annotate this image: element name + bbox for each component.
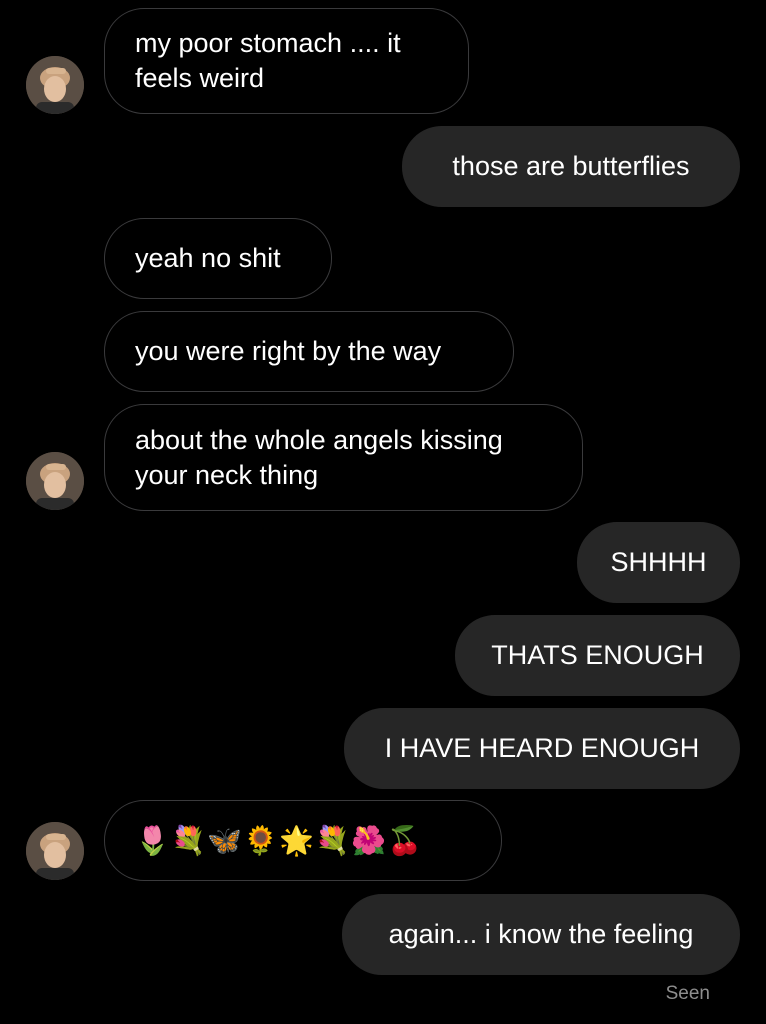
avatar-photo [26,56,84,114]
message-bubble-outgoing[interactable]: again... i know the feeling [342,894,740,975]
cherries-icon: 🍒 [387,824,422,857]
message-bubble-outgoing[interactable]: SHHHH [577,522,740,603]
message-bubble-outgoing[interactable]: I HAVE HEARD ENOUGH [344,708,740,789]
message-text: yeah no shit [135,243,281,273]
message-text: THATS ENOUGH [491,640,704,670]
message-bubble-incoming-emojis[interactable]: 🌷 💐 🦋 🌻 🌟 💐 🌺 🍒 [104,800,502,881]
message-bubble-incoming[interactable]: yeah no shit [104,218,332,299]
message-text: about the whole angels kissing your neck… [135,424,503,490]
message-text: those are butterflies [452,151,690,181]
message-text: you were right by the way [135,336,442,366]
message-bubble-outgoing[interactable]: those are butterflies [402,126,740,207]
message-bubble-incoming[interactable]: you were right by the way [104,311,514,392]
sender-avatar[interactable] [26,56,84,114]
message-bubble-incoming[interactable]: my poor stomach .... it feels weird [104,8,469,114]
glowing-star-icon: 🌟 [279,824,314,857]
sender-avatar[interactable] [26,822,84,880]
avatar-photo [26,822,84,880]
message-text: my poor stomach .... it feels weird [135,28,401,93]
seen-status: Seen [665,983,710,1004]
tulip-icon: 🌷 [135,824,170,857]
message-text: again... i know the feeling [388,919,694,949]
butterfly-icon: 🦋 [207,824,242,857]
sender-avatar[interactable] [26,452,84,510]
message-text: I HAVE HEARD ENOUGH [384,733,700,763]
bouquet-icon: 💐 [315,824,350,857]
message-bubble-outgoing[interactable]: THATS ENOUGH [455,615,740,696]
avatar-photo [26,452,84,510]
sunflower-icon: 🌻 [243,824,278,857]
bouquet-icon: 💐 [171,824,206,857]
hibiscus-icon: 🌺 [351,824,386,857]
message-text: SHHHH [610,547,707,577]
emoji-row: 🌷 💐 🦋 🌻 🌟 💐 🌺 🍒 [135,823,422,858]
message-bubble-incoming[interactable]: about the whole angels kissing your neck… [104,404,583,511]
